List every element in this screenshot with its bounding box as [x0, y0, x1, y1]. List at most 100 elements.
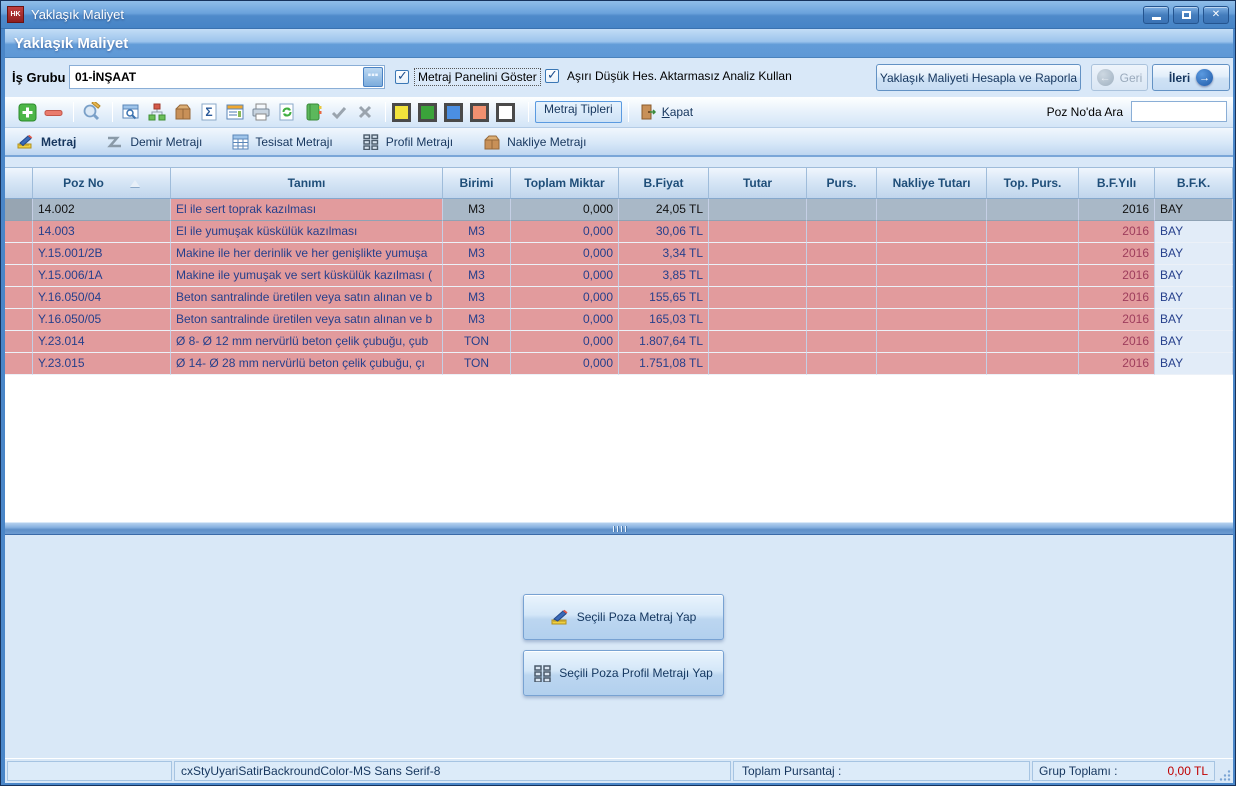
color-square-button[interactable]: [418, 103, 437, 122]
cell-b-fiyat: 3,85 TL: [619, 265, 709, 287]
status-bar: cxStyUyariSatirBackroundColor-MS Sans Se…: [5, 758, 1233, 783]
cell-birimi: M3: [443, 199, 511, 221]
hesapla-raporla-button[interactable]: Yaklaşık Maliyeti Hesapla ve Raporla: [876, 64, 1081, 91]
package-button[interactable]: [171, 100, 195, 124]
cell-poz-no: Y.23.014: [33, 331, 171, 353]
table-row[interactable]: 14.002El ile sert toprak kazılmasıM30,00…: [5, 199, 1233, 221]
cell-b-f-k-: BAY: [1155, 243, 1233, 265]
cell-toplam-miktar: 0,000: [511, 199, 619, 221]
column-header-top-purs-[interactable]: Top. Purs.: [987, 167, 1079, 199]
poz-search-label: Poz No'da Ara: [1047, 105, 1123, 119]
is-grubu-value: 01-İNŞAAT: [70, 70, 363, 84]
table-row[interactable]: 14.003El ile yumuşak küskülük kazılmasıM…: [5, 221, 1233, 243]
shipping-box-icon: [483, 134, 501, 150]
minimize-button[interactable]: [1143, 6, 1169, 24]
cell-purs-: [807, 287, 877, 309]
address-book-icon: [303, 102, 323, 122]
kapat-button[interactable]: Kapat: [639, 103, 693, 121]
cell-purs-: [807, 331, 877, 353]
refresh-button[interactable]: [275, 100, 299, 124]
cell-b-f-y-l-: 2016: [1079, 243, 1155, 265]
table-row[interactable]: Y.15.001/2BMakine ile her derinlik ve he…: [5, 243, 1233, 265]
column-header-b-f-k-[interactable]: B.F.K.: [1155, 167, 1233, 199]
tab-nakliye-metraji[interactable]: Nakliye Metrajı: [483, 134, 586, 150]
cell-top-purs-: [987, 353, 1079, 375]
cell-toplam-miktar: 0,000: [511, 331, 619, 353]
column-header-b-f-y-l-[interactable]: B.F.Yılı: [1079, 167, 1155, 199]
column-header-poz-no[interactable]: Poz No: [33, 167, 171, 199]
exit-door-icon: [639, 103, 657, 121]
maximize-button[interactable]: [1173, 6, 1199, 24]
report-button[interactable]: [223, 100, 247, 124]
resize-grip-icon[interactable]: [1217, 761, 1231, 781]
is-grubu-input[interactable]: 01-İNŞAAT ▪▪▪: [69, 65, 385, 89]
column-header-b-fiyat[interactable]: B.Fiyat: [619, 167, 709, 199]
contacts-button[interactable]: [301, 100, 325, 124]
apply-button[interactable]: [327, 100, 351, 124]
cell-top-purs-: [987, 221, 1079, 243]
cell-b-f-k-: BAY: [1155, 309, 1233, 331]
magnifier-pencil-icon: [82, 102, 102, 122]
svg-text:Σ: Σ: [205, 105, 212, 119]
back-arrow-icon: ←: [1097, 69, 1114, 86]
cell-purs-: [807, 265, 877, 287]
remove-row-button[interactable]: [41, 100, 65, 124]
table-row[interactable]: Y.23.015Ø 14- Ø 28 mm nervürlü beton çel…: [5, 353, 1233, 375]
secili-poza-metraj-yap-button[interactable]: Seçili Poza Metraj Yap: [523, 594, 724, 640]
cell-tutar: [709, 265, 807, 287]
checkbox-checked-icon: [545, 69, 559, 83]
color-square-button[interactable]: [496, 103, 515, 122]
grid-cells-icon: [534, 665, 552, 682]
asiri-dusuk-checkbox[interactable]: Aşırı Düşük Hes. Aktarmasız Analiz Kulla…: [545, 68, 795, 84]
column-header-birimi[interactable]: Birimi: [443, 167, 511, 199]
secili-poza-profil-metraji-yap-button[interactable]: Seçili Poza Profil Metrajı Yap: [523, 650, 724, 696]
app-icon: HK: [7, 6, 24, 23]
tab-tesisat-metraji[interactable]: Tesisat Metrajı: [232, 134, 332, 150]
cell-tan-m-: Ø 8- Ø 12 mm nervürlü beton çelik çubuğu…: [171, 331, 443, 353]
cell-tutar: [709, 331, 807, 353]
tree-view-button[interactable]: [145, 100, 169, 124]
column-header-tutar[interactable]: Tutar: [709, 167, 807, 199]
table-row[interactable]: Y.16.050/04Beton santralinde üretilen ve…: [5, 287, 1233, 309]
cancel-button[interactable]: [353, 100, 377, 124]
preview-button[interactable]: [119, 100, 143, 124]
column-header-toplam-miktar[interactable]: Toplam Miktar: [511, 167, 619, 199]
poz-search-input[interactable]: [1131, 101, 1227, 122]
row-indicator: [5, 243, 33, 265]
metraj-tipleri-button[interactable]: Metraj Tipleri: [535, 101, 622, 123]
table-row[interactable]: Y.15.006/1AMakine ile yumuşak ve sert kü…: [5, 265, 1233, 287]
cell-b-f-y-l-: 2016: [1079, 309, 1155, 331]
close-button[interactable]: ✕: [1203, 6, 1229, 24]
metraj-panel: Seçili Poza Metraj Yap Seçili Poza Profi…: [5, 535, 1233, 758]
horizontal-splitter[interactable]: [5, 522, 1233, 535]
splitter-grip-icon: [621, 526, 622, 532]
table-row[interactable]: Y.16.050/05Beton santralinde üretilen ve…: [5, 309, 1233, 331]
cell-poz-no: Y.15.006/1A: [33, 265, 171, 287]
ileri-button[interactable]: İleri →: [1152, 64, 1230, 91]
metraj-panel-checkbox[interactable]: Metraj Panelini Göster: [395, 68, 541, 86]
color-square-button[interactable]: [392, 103, 411, 122]
column-header-purs-[interactable]: Purs.: [807, 167, 877, 199]
report-list-icon: [225, 102, 245, 122]
tab-demir-metraji[interactable]: Demir Metrajı: [106, 134, 202, 150]
add-row-button[interactable]: [15, 100, 39, 124]
print-button[interactable]: [249, 100, 273, 124]
geri-button[interactable]: ← Geri: [1091, 64, 1148, 91]
cell-purs-: [807, 221, 877, 243]
zoom-edit-button[interactable]: [80, 100, 104, 124]
cell-nakliye-tutar-: [877, 265, 987, 287]
sum-button[interactable]: Σ: [197, 100, 221, 124]
color-square-button[interactable]: [444, 103, 463, 122]
column-header-nakliye-tutar-[interactable]: Nakliye Tutarı: [877, 167, 987, 199]
tab-metraj[interactable]: Metraj: [17, 134, 76, 150]
cell-tutar: [709, 243, 807, 265]
ellipsis-button[interactable]: ▪▪▪: [363, 67, 383, 87]
status-grup-toplami: Grup Toplamı : 0,00 TL: [1032, 761, 1215, 781]
cell-tutar: [709, 353, 807, 375]
cell-tan-m-: Ø 14- Ø 28 mm nervürlü beton çelik çubuğ…: [171, 353, 443, 375]
table-row[interactable]: Y.23.014Ø 8- Ø 12 mm nervürlü beton çeli…: [5, 331, 1233, 353]
column-header-tan-m-[interactable]: Tanımı: [171, 167, 443, 199]
poz-grid: Poz NoTanımıBirimiToplam MiktarB.FiyatTu…: [5, 157, 1233, 522]
tab-profil-metraji[interactable]: Profil Metrajı: [363, 134, 453, 150]
color-square-button[interactable]: [470, 103, 489, 122]
